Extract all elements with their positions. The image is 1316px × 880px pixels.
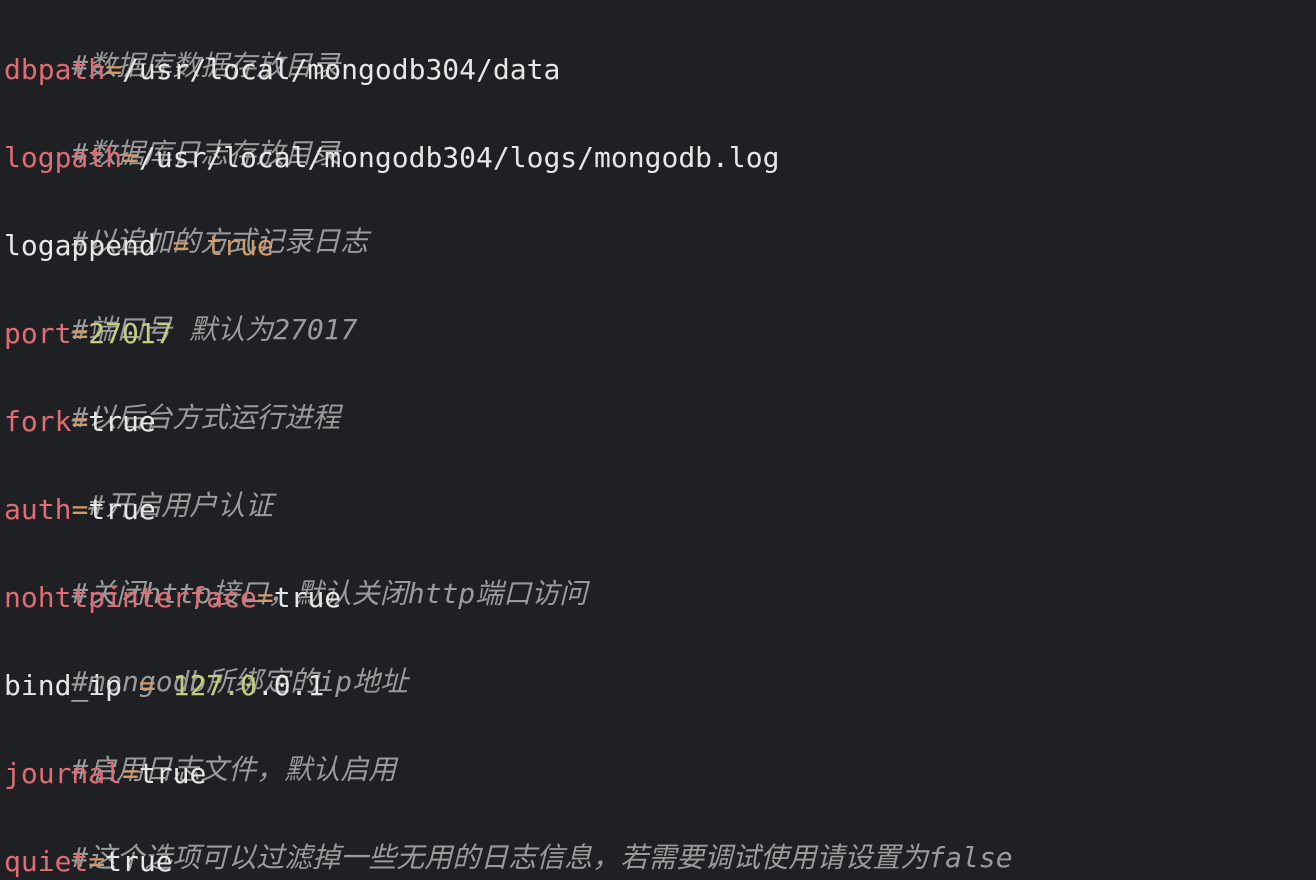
config-value: true bbox=[138, 757, 207, 790]
code-line-comment: #数据库日志存放目录 bbox=[4, 94, 1316, 170]
config-value: 27017 bbox=[88, 317, 173, 350]
code-line-comment: #这个选项可以过滤掉一些无用的日志信息，若需要调试使用请设置为false bbox=[4, 798, 1316, 874]
code-line-comment: #端口号 默认为27017 bbox=[4, 270, 1316, 346]
code-line-bind-ip: bind_ip = 127.0.0.1 bbox=[4, 666, 1316, 710]
code-line-comment: #开启用户认证 bbox=[4, 446, 1316, 522]
code-line-logpath: logpath=/usr/local/mongodb304/logs/mongo… bbox=[4, 138, 1316, 182]
config-value: true bbox=[206, 229, 274, 262]
config-value: true bbox=[88, 493, 156, 526]
code-line-comment: #mongodb所绑定的ip地址 bbox=[4, 622, 1316, 698]
operator: = bbox=[256, 581, 274, 614]
config-value: true bbox=[105, 845, 173, 878]
operator: = bbox=[105, 53, 123, 86]
operator: = bbox=[155, 229, 207, 262]
code-line-comment: #以后台方式运行进程 bbox=[4, 358, 1316, 434]
comment-text: #这个选项可以过滤掉一些无用的日志信息，若需要调试使用请设置为false bbox=[71, 841, 1013, 874]
config-value: true bbox=[88, 405, 156, 438]
operator: = bbox=[122, 669, 173, 702]
config-key: nohttpinterface bbox=[4, 581, 257, 614]
config-key: quiet bbox=[4, 845, 89, 878]
config-key: journal bbox=[4, 757, 123, 790]
operator: = bbox=[88, 845, 106, 878]
config-value-number: 127.0 bbox=[172, 669, 257, 702]
code-line-journal: journal=true bbox=[4, 754, 1316, 798]
operator: = bbox=[122, 757, 139, 790]
code-line-nohttpinterface: nohttpinterface=true bbox=[4, 578, 1316, 622]
code-editor[interactable]: #数据库数据存放目录 dbpath=/usr/local/mongodb304/… bbox=[0, 0, 1316, 880]
config-key: port bbox=[4, 317, 72, 350]
code-line-logappend: logappend = true bbox=[4, 226, 1316, 270]
config-key: logpath bbox=[4, 141, 123, 174]
config-value: /usr/local/mongodb304/data bbox=[122, 53, 561, 86]
code-line-comment: #数据库数据存放目录 bbox=[4, 6, 1316, 82]
code-line-comment: #关闭http接口，默认关闭http端口访问 bbox=[4, 534, 1316, 610]
config-key: auth bbox=[4, 493, 72, 526]
code-line-dbpath: dbpath=/usr/local/mongodb304/data bbox=[4, 50, 1316, 94]
config-key: dbpath bbox=[4, 53, 106, 86]
config-value: true bbox=[273, 581, 342, 614]
operator: = bbox=[71, 317, 89, 350]
config-key: logappend bbox=[4, 229, 156, 262]
config-key: fork bbox=[4, 405, 72, 438]
code-line-comment: #启用日志文件，默认启用 bbox=[4, 710, 1316, 786]
config-value: /usr/local/mongodb304/logs/mongodb.log bbox=[138, 141, 780, 174]
operator: = bbox=[71, 405, 89, 438]
operator: = bbox=[122, 141, 139, 174]
config-value-rest: .0.1 bbox=[256, 669, 325, 702]
operator: = bbox=[71, 493, 89, 526]
config-key: bind_ip bbox=[4, 669, 123, 702]
code-line-comment: #以追加的方式记录日志 bbox=[4, 182, 1316, 258]
